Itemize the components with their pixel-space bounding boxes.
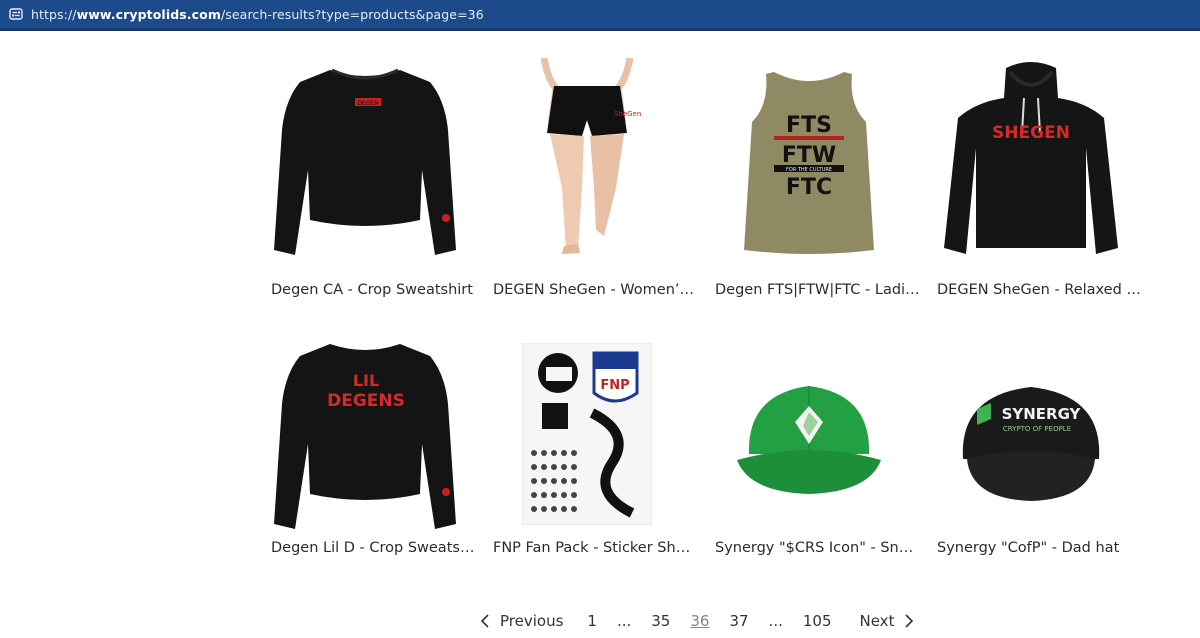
product-image-dad-hat[interactable]: SYNERGY CRYPTO OF PEOPLE xyxy=(926,324,1136,544)
address-bar[interactable]: https://www.cryptolids.com/search-result… xyxy=(0,0,1200,31)
chevron-right-icon xyxy=(905,614,914,628)
page-link[interactable]: 35 xyxy=(651,612,670,630)
product-title[interactable]: Degen FTS|FTW|FTC - Ladie... xyxy=(715,282,920,298)
svg-text:FNP: FNP xyxy=(600,378,629,393)
page-link[interactable]: 105 xyxy=(803,612,832,630)
product-title[interactable]: DEGEN SheGen - Women’s ... xyxy=(493,282,698,298)
svg-text:DEGENS: DEGENS xyxy=(327,391,405,411)
page-link[interactable]: 1 xyxy=(587,612,597,630)
product-image-crop-sweatshirt[interactable]: DEGEN xyxy=(260,50,470,270)
svg-text:SHEGEN: SHEGEN xyxy=(992,123,1070,143)
product-title[interactable]: Synergy "CofP" - Dad hat xyxy=(937,540,1142,556)
svg-text:SYNERGY: SYNERGY xyxy=(1002,405,1082,423)
svg-text:FOR THE CULTURE: FOR THE CULTURE xyxy=(786,167,832,173)
product-title[interactable]: Synergy "$CRS Icon" - Snap... xyxy=(715,540,920,556)
product-image-crop-sweatshirt-print[interactable]: LIL DEGENS xyxy=(260,324,470,544)
product-title[interactable]: FNP Fan Pack - Sticker Sheet xyxy=(493,540,698,556)
product-image-snapback[interactable] xyxy=(704,324,914,544)
chevron-left-icon xyxy=(480,614,489,628)
product-title[interactable]: Degen Lil D - Crop Sweatshi... xyxy=(271,540,476,556)
site-settings-icon[interactable] xyxy=(9,7,23,21)
page-link[interactable]: 37 xyxy=(729,612,748,630)
product-image-hoodie[interactable]: SHEGEN xyxy=(926,50,1136,270)
next-label: Next xyxy=(859,612,895,630)
svg-text:FTW: FTW xyxy=(782,143,836,168)
product-image-tank[interactable]: FTS FTW FOR THE CULTURE FTC xyxy=(704,50,914,270)
svg-text:SheGen: SheGen xyxy=(614,110,641,118)
previous-page-button[interactable]: Previous xyxy=(480,612,563,630)
svg-text:DEGEN: DEGEN xyxy=(357,100,378,107)
pagination: Previous 1 ... 35 36 37 ... 105 Next xyxy=(480,610,914,632)
url-text[interactable]: https://www.cryptolids.com/search-result… xyxy=(31,7,484,22)
svg-text:FTC: FTC xyxy=(786,175,832,200)
svg-text:CRYPTO OF PEOPLE: CRYPTO OF PEOPLE xyxy=(1003,425,1071,433)
svg-text:FTS: FTS xyxy=(786,113,832,138)
product-title[interactable]: DEGEN SheGen - Relaxed Li... xyxy=(937,282,1142,298)
page-ellipsis: ... xyxy=(616,612,632,630)
product-title[interactable]: Degen CA - Crop Sweatshirt xyxy=(271,282,476,298)
product-image-shorts[interactable]: SheGen xyxy=(482,50,692,270)
current-page[interactable]: 36 xyxy=(690,612,709,630)
previous-label: Previous xyxy=(500,612,564,630)
svg-text:LIL: LIL xyxy=(353,371,379,390)
page-ellipsis: ... xyxy=(768,612,783,630)
next-page-button[interactable]: Next xyxy=(860,612,915,630)
product-image-sticker-sheet[interactable]: FNP xyxy=(482,324,692,544)
